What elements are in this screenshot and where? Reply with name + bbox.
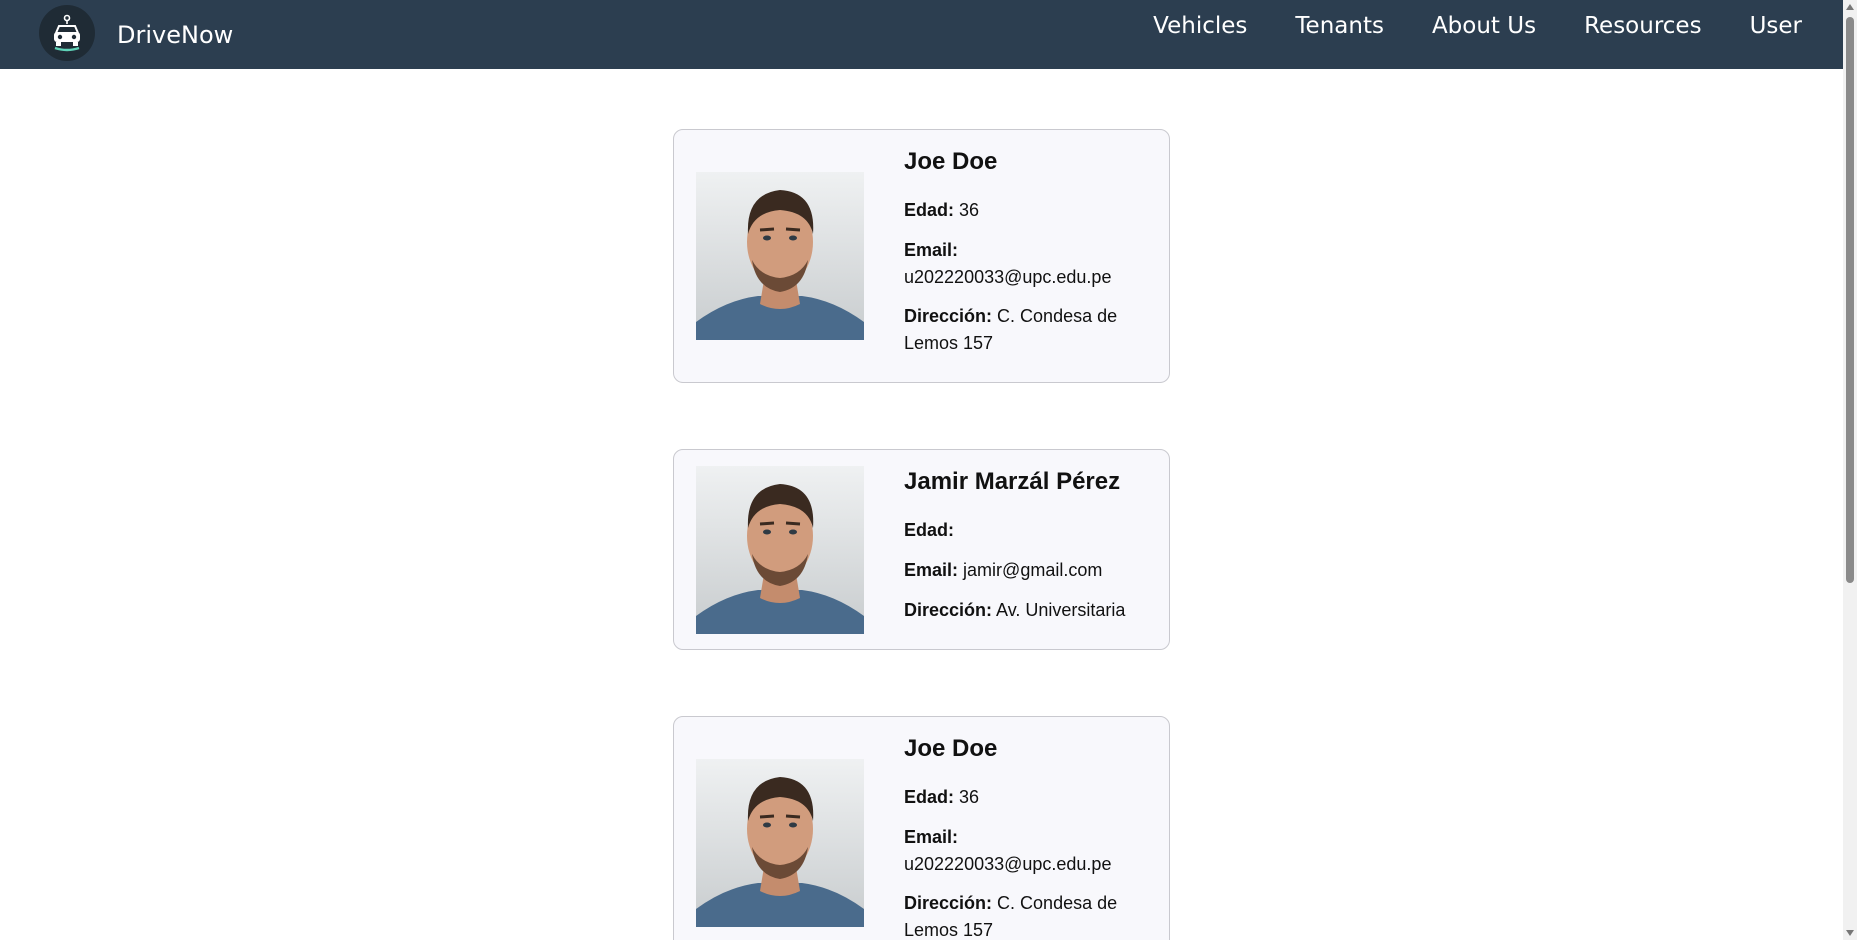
- tenant-photo: [696, 759, 864, 927]
- tenant-email: Email: u202220033@upc.edu.pe: [904, 237, 1149, 291]
- tenant-info: Joe Doe Edad: 36 Email: u202220033@upc.e…: [904, 735, 1149, 940]
- tenant-name: Joe Doe: [904, 148, 998, 175]
- nav-about-us[interactable]: About Us: [1432, 13, 1536, 39]
- viewport: DriveNow Vehicles Tenants About Us Resou…: [0, 0, 1857, 940]
- tenant-photo: [696, 466, 864, 634]
- address-label: Dirección:: [904, 893, 993, 913]
- tenant-photo: [696, 172, 864, 340]
- nav-user[interactable]: User: [1750, 13, 1802, 39]
- scroll-up-arrow-icon[interactable]: [1843, 0, 1857, 14]
- address-value: Av. Universitaria: [996, 600, 1126, 620]
- nav-resources[interactable]: Resources: [1584, 13, 1701, 39]
- tenant-card: Joe Doe Edad: 36 Email: u202220033@upc.e…: [673, 716, 1170, 940]
- scroll-down-arrow-icon[interactable]: [1843, 926, 1857, 940]
- address-label: Dirección:: [904, 306, 993, 326]
- tenant-address: Dirección: Av. Universitaria: [904, 597, 1149, 624]
- nav-vehicles[interactable]: Vehicles: [1153, 13, 1247, 39]
- age-value: 36: [959, 200, 980, 220]
- nav-links: Vehicles Tenants About Us Resources User: [1153, 0, 1802, 52]
- tenant-address: Dirección: C. Condesa de Lemos 157: [904, 890, 1149, 940]
- tenant-age: Edad: 36: [904, 784, 1149, 811]
- brand[interactable]: DriveNow: [39, 5, 234, 61]
- nav-tenants[interactable]: Tenants: [1295, 13, 1384, 39]
- scrollbar-thumb[interactable]: [1846, 17, 1854, 583]
- age-value: 36: [959, 787, 980, 807]
- tenant-name: Jamir Marzál Pérez: [904, 468, 1121, 495]
- tenant-info: Jamir Marzál Pérez Edad: Email: jamir@gm…: [904, 468, 1149, 624]
- email-value: u202220033@upc.edu.pe: [904, 267, 1112, 287]
- email-label: Email:: [904, 240, 959, 260]
- tenant-email: Email: u202220033@upc.edu.pe: [904, 824, 1149, 878]
- tenant-name: Joe Doe: [904, 735, 998, 762]
- tenant-info: Joe Doe Edad: 36 Email: u202220033@upc.e…: [904, 148, 1149, 357]
- tenant-age: Edad: 36: [904, 197, 1149, 224]
- tenant-card: Joe Doe Edad: 36 Email: u202220033@upc.e…: [673, 129, 1170, 383]
- vertical-scrollbar[interactable]: [1843, 0, 1857, 940]
- navbar: DriveNow Vehicles Tenants About Us Resou…: [0, 0, 1843, 69]
- car-logo-icon: [39, 5, 95, 61]
- age-label: Edad:: [904, 200, 955, 220]
- email-value: jamir@gmail.com: [963, 560, 1103, 580]
- tenant-card: Jamir Marzál Pérez Edad: Email: jamir@gm…: [673, 449, 1170, 650]
- age-label: Edad:: [904, 787, 955, 807]
- email-label: Email:: [904, 560, 959, 580]
- email-value: u202220033@upc.edu.pe: [904, 854, 1112, 874]
- tenant-email: Email: jamir@gmail.com: [904, 557, 1149, 584]
- address-label: Dirección:: [904, 600, 993, 620]
- brand-name: DriveNow: [117, 20, 234, 49]
- tenant-address: Dirección: C. Condesa de Lemos 157: [904, 303, 1149, 357]
- email-label: Email:: [904, 827, 959, 847]
- age-label: Edad:: [904, 520, 955, 540]
- tenant-age: Edad:: [904, 517, 1149, 544]
